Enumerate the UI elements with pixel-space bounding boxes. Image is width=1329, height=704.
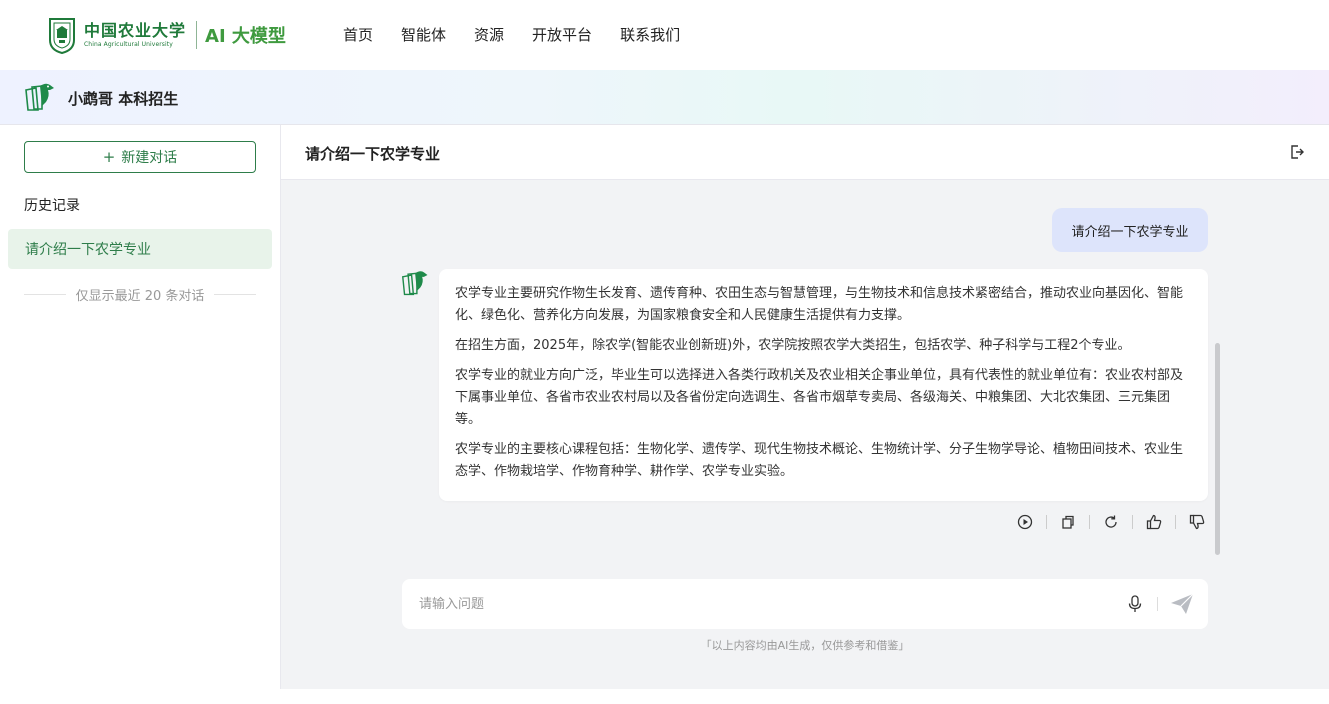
chat-title: 请介绍一下农学专业 — [305, 145, 441, 163]
nav-open-platform[interactable]: 开放平台 — [532, 24, 592, 45]
user-message: 请介绍一下农学专业 — [1052, 208, 1208, 252]
bot-avatar-icon — [401, 271, 428, 296]
action-divider — [1175, 515, 1176, 529]
university-name-en: China Agricultural University — [84, 40, 173, 48]
main-nav: 首页 智能体 资源 开放平台 联系我们 — [343, 24, 708, 45]
refresh-icon[interactable] — [1102, 513, 1120, 531]
product-name: AI 大模型 — [205, 26, 286, 47]
chat-scrollbar[interactable] — [1215, 343, 1220, 555]
nav-resources[interactable]: 资源 — [474, 24, 504, 45]
agent-header: 小鹉哥 本科招生 — [0, 70, 1329, 125]
chat-area: 请介绍一下农学专业 请介绍一下农学专业 农学专业主要研究作物生长发育、遗传育种、… — [281, 125, 1329, 689]
brand-divider — [196, 21, 198, 49]
microphone-icon[interactable] — [1127, 595, 1143, 613]
play-icon[interactable] — [1016, 513, 1034, 531]
divider-line — [24, 294, 66, 295]
logout-icon[interactable] — [1289, 144, 1305, 160]
bot-message: 农学专业主要研究作物生长发育、遗传育种、农田生态与智慧管理，与生物技术和信息技术… — [439, 269, 1208, 501]
question-input-box — [402, 579, 1208, 629]
bot-paragraph: 农学专业的就业方向广泛，毕业生可以选择进入各类行政机关及农业相关企事业单位，具有… — [455, 368, 1184, 427]
copy-icon[interactable] — [1059, 513, 1077, 531]
university-name: 中国农业大学 China Agricultural University — [84, 20, 187, 48]
brand-logo[interactable]: 中国农业大学 China Agricultural University AI … — [46, 14, 286, 56]
thumbs-down-icon[interactable] — [1188, 513, 1206, 531]
ai-disclaimer: 「以上内容均由AI生成，仅供参考和借鉴」 — [700, 639, 910, 652]
plus-icon: + — [102, 148, 116, 166]
action-divider — [1132, 515, 1133, 529]
message-actions — [1016, 513, 1206, 531]
university-name-cn: 中国农业大学 — [84, 20, 187, 40]
new-chat-label: 新建对话 — [121, 150, 178, 166]
chat-header: 请介绍一下农学专业 — [281, 125, 1329, 180]
action-divider — [1046, 515, 1047, 529]
agent-logo-icon — [25, 83, 54, 111]
thumbs-up-icon[interactable] — [1145, 513, 1163, 531]
history-note: 仅显示最近 20 条对话 — [24, 285, 256, 304]
university-seal-icon — [49, 18, 75, 54]
bot-paragraph: 农学专业的主要核心课程包括：生物化学、遗传学、现代生物技术概论、生物统计学、分子… — [455, 442, 1184, 479]
bot-paragraph: 在招生方面，2025年，除农学(智能农业创新班)外，农学院按照农学大类招生，包括… — [455, 338, 1131, 353]
top-navbar: 中国农业大学 China Agricultural University AI … — [0, 0, 1329, 70]
history-note-text: 仅显示最近 20 条对话 — [75, 289, 205, 304]
sidebar: + 新建对话 历史记录 请介绍一下农学专业 仅显示最近 20 条对话 — [0, 125, 281, 689]
action-divider — [1089, 515, 1090, 529]
new-chat-button[interactable]: + 新建对话 — [24, 141, 256, 173]
question-input[interactable] — [419, 594, 1099, 614]
nav-agents[interactable]: 智能体 — [401, 24, 446, 45]
input-divider — [1157, 597, 1158, 611]
history-item[interactable]: 请介绍一下农学专业 — [8, 229, 272, 269]
nav-contact[interactable]: 联系我们 — [620, 24, 680, 45]
divider-line — [214, 294, 256, 295]
send-icon[interactable] — [1170, 593, 1194, 615]
nav-home[interactable]: 首页 — [343, 24, 373, 45]
agent-name: 小鹉哥 本科招生 — [68, 90, 179, 108]
bot-paragraph: 农学专业主要研究作物生长发育、遗传育种、农田生态与智慧管理，与生物技术和信息技术… — [455, 286, 1184, 323]
history-title: 历史记录 — [24, 198, 80, 214]
